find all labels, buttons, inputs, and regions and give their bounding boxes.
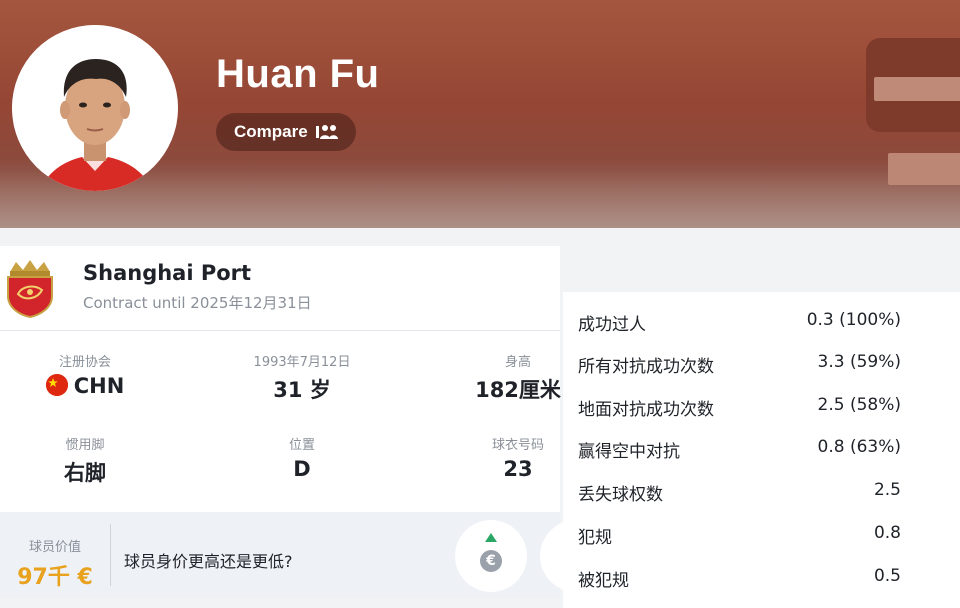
club-name[interactable]: Shanghai Port [83, 261, 251, 285]
stat-name: 被犯规 [578, 571, 629, 591]
stat-value: 2.5 [873, 480, 901, 500]
info-value: CHN [73, 374, 125, 398]
stat-name: 赢得空中对抗 [578, 442, 680, 462]
divider [0, 330, 560, 331]
info-label: 位置 [288, 438, 315, 453]
euro-icon: € [480, 550, 502, 572]
stat-name: 丢失球权数 [578, 485, 663, 505]
info-label: 注册协会 [58, 355, 111, 370]
player-avatar [12, 25, 178, 191]
stat-name: 成功过人 [578, 315, 646, 335]
player-header: Huan Fu Compare [0, 0, 960, 228]
stat-row: 赢得空中对抗 0.8 (63%) [563, 433, 960, 463]
stat-value: 0.5 [873, 566, 901, 586]
stat-value: 0.8 [873, 523, 901, 543]
stat-name: 所有对抗成功次数 [578, 357, 714, 377]
stat-name: 犯规 [578, 528, 612, 548]
stat-value: 0.3 (100%) [806, 310, 901, 330]
arrow-up-icon [485, 533, 497, 542]
player-name: Huan Fu [216, 52, 380, 96]
info-birthdate: 1993年7月12日 31 岁 [237, 351, 367, 404]
vote-higher-button[interactable]: € [455, 520, 527, 592]
stat-row: 被犯规 0.5 [563, 562, 960, 592]
info-nationality: 注册协会 CHN [20, 351, 150, 398]
stat-name: 地面对抗成功次数 [578, 400, 714, 420]
market-value-label: 球员价值 [28, 540, 81, 555]
compare-button[interactable]: Compare [216, 113, 356, 151]
header-decoration-bar [874, 77, 960, 101]
stat-row: 所有对抗成功次数 3.3 (59%) [563, 348, 960, 378]
stat-value: 2.5 (58%) [817, 395, 902, 415]
stat-row: 犯规 0.8 [563, 519, 960, 549]
info-value: 右脚 [64, 461, 106, 485]
china-flag-icon [45, 374, 68, 396]
header-decoration-bar [888, 153, 960, 185]
stats-panel: 成功过人 0.3 (100%) 所有对抗成功次数 3.3 (59%) 地面对抗成… [563, 292, 960, 608]
stat-value: 0.8 (63%) [817, 437, 902, 457]
stat-value: 3.3 (59%) [817, 352, 902, 372]
club-card: Shanghai Port Contract until 2025年12月31日… [0, 246, 612, 598]
info-label: 惯用脚 [65, 438, 105, 453]
stat-row: 成功过人 0.3 (100%) [563, 306, 960, 336]
contract-text: Contract until 2025年12月31日 [83, 294, 312, 312]
player-photo-icon [12, 25, 178, 191]
info-label: 1993年7月12日 [253, 355, 351, 370]
stat-row: 地面对抗成功次数 2.5 (58%) [563, 391, 960, 421]
value-question: 球员身价更高还是更低? [124, 552, 293, 571]
stat-row: 丢失球权数 2.5 [563, 476, 960, 506]
info-value: D [293, 457, 311, 481]
compare-label: Compare [234, 122, 308, 141]
market-value: 球员价值 97千 € [0, 512, 110, 598]
divider [110, 524, 111, 586]
market-value-strip: 球员价值 97千 € 球员身价更高还是更低? € [0, 512, 612, 598]
market-value-amount: 97千 € [17, 565, 93, 590]
compare-icon [315, 125, 338, 139]
info-foot: 惯用脚 右脚 [20, 434, 150, 487]
info-value: 31 岁 [273, 378, 331, 402]
club-logo-icon[interactable] [4, 258, 56, 319]
info-position: 位置 D [237, 434, 367, 481]
